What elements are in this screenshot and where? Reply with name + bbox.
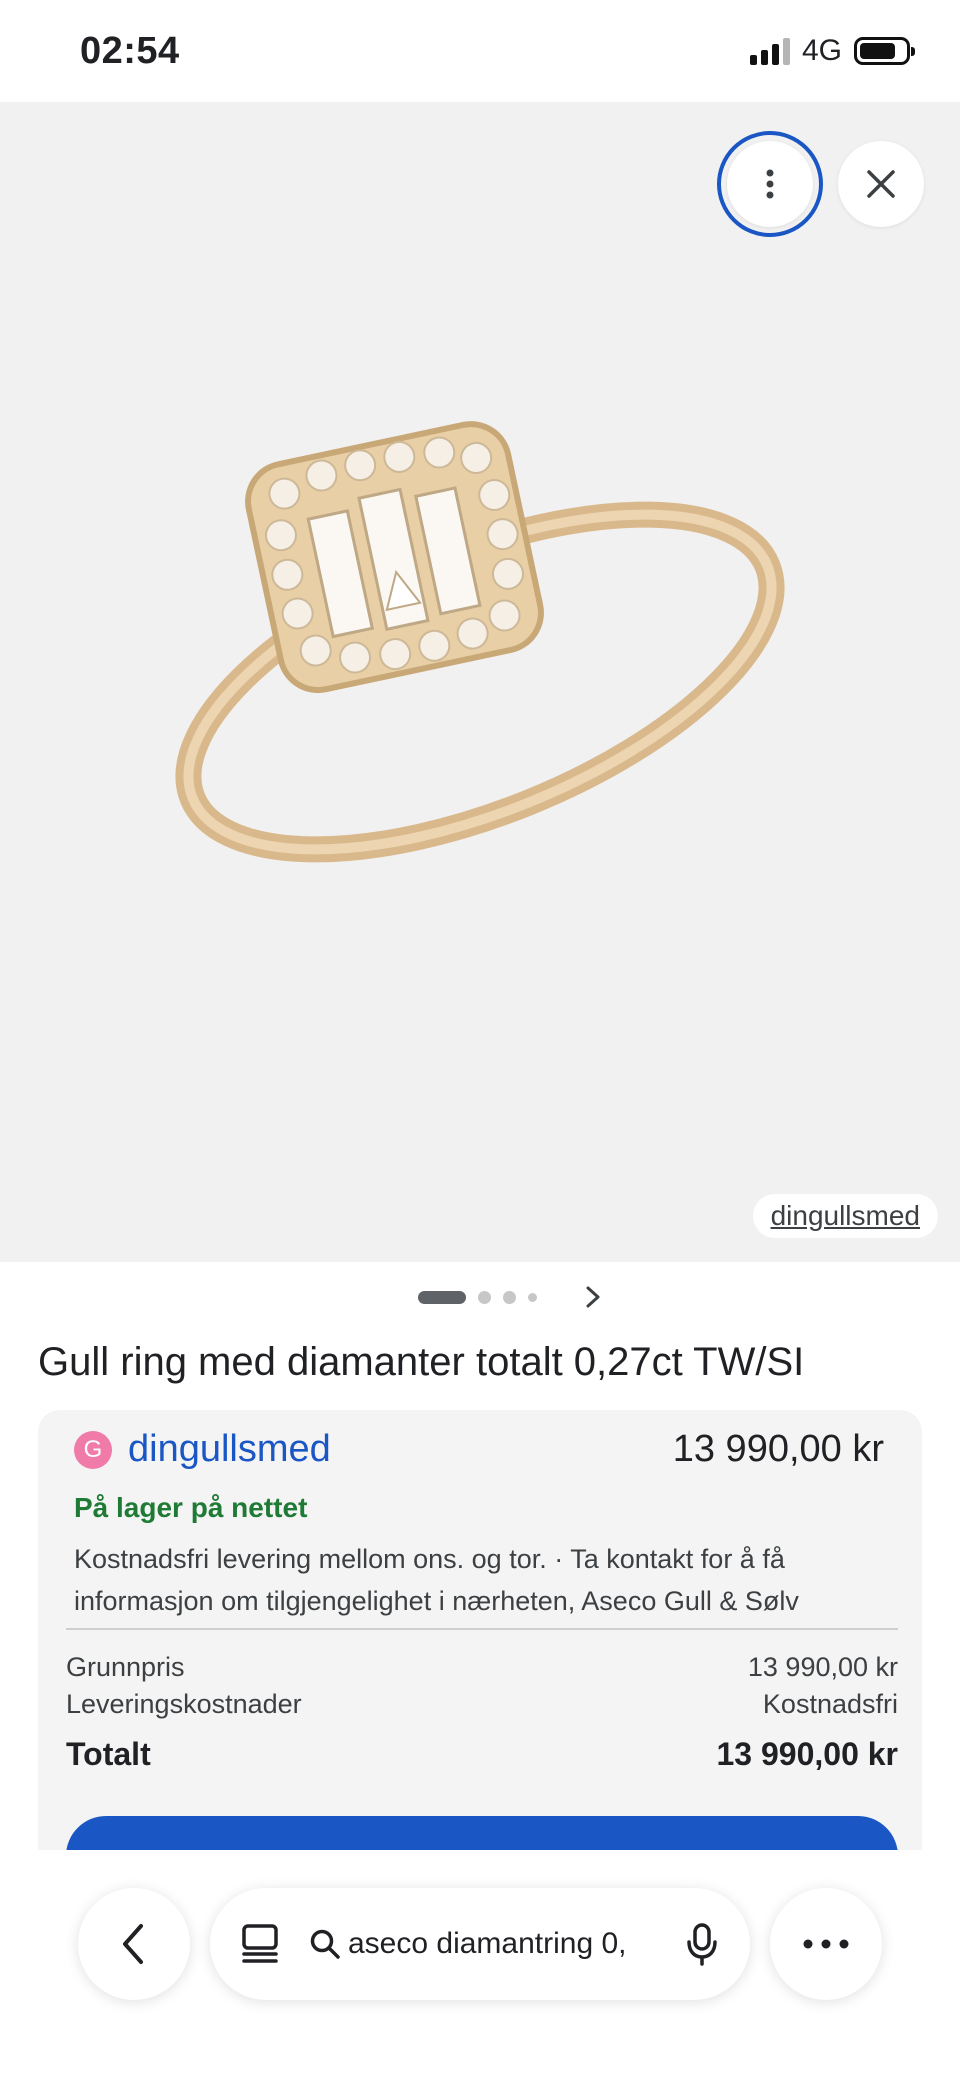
more-vertical-icon: [766, 169, 774, 199]
image-source-link[interactable]: dingullsmed: [752, 1194, 938, 1238]
more-options-button[interactable]: [717, 131, 823, 237]
search-icon: [308, 1927, 342, 1961]
delivery-description: Kostnadsfri levering mellom ons. og tor.…: [74, 1544, 799, 1616]
total-value: 13 990,00 kr: [716, 1736, 899, 1772]
close-button[interactable]: [838, 141, 924, 227]
chevron-left-icon: [123, 1924, 143, 1964]
status-indicators: 4G: [749, 34, 915, 68]
merchant-row[interactable]: G dingullsmed: [74, 1428, 331, 1471]
visit-store-button[interactable]: [66, 1816, 898, 1850]
merchant-logo: G: [74, 1430, 112, 1469]
product-image: [175, 421, 785, 863]
offer-price: 13 990,00 kr: [672, 1428, 884, 1470]
signal-icon: [749, 37, 790, 65]
chevron-right-icon[interactable]: [583, 1284, 603, 1310]
shipping-label: Leveringskostnader: [66, 1689, 302, 1719]
product-image-viewer[interactable]: dingullsmed: [0, 102, 960, 1262]
image-carousel-indicator[interactable]: [418, 1284, 603, 1310]
tabs-button[interactable]: [238, 1922, 282, 1966]
divider: [66, 1628, 898, 1630]
carousel-dot-active[interactable]: [418, 1290, 466, 1304]
stock-status: På lager på nettet: [74, 1492, 308, 1523]
more-horizontal-icon: [803, 1939, 849, 1949]
back-button[interactable]: [78, 1888, 190, 2000]
carousel-dot[interactable]: [528, 1292, 537, 1302]
address-bar[interactable]: aseco diamantring 0,: [210, 1888, 750, 2000]
battery-icon: [854, 37, 915, 65]
tabs-icon: [242, 1924, 278, 1963]
merchant-name-link[interactable]: dingullsmed: [128, 1428, 331, 1471]
offer-card[interactable]: G dingullsmed 13 990,00 kr På lager på n…: [38, 1410, 922, 1850]
mic-icon: [687, 1923, 717, 1966]
total-label: Totalt: [66, 1736, 151, 1772]
shipping-value: Kostnadsfri: [762, 1689, 898, 1719]
base-price-value: 13 990,00 kr: [747, 1652, 898, 1682]
base-price-row: Grunnpris 13 990,00 kr: [66, 1652, 898, 1683]
total-row: Totalt 13 990,00 kr: [66, 1736, 898, 1773]
status-bar: 02:54 4G: [0, 0, 960, 102]
search-query[interactable]: aseco diamantring 0,: [348, 1927, 638, 1961]
carousel-dot[interactable]: [478, 1290, 491, 1304]
network-type: 4G: [801, 34, 842, 67]
base-price-label: Grunnpris: [66, 1652, 185, 1682]
carousel-dot[interactable]: [503, 1290, 516, 1304]
more-menu-button[interactable]: [770, 1888, 882, 2000]
status-time: 02:54: [80, 30, 180, 72]
close-icon: [867, 170, 895, 198]
shipping-row: Leveringskostnader Kostnadsfri: [66, 1689, 898, 1720]
bottom-toolbar: aseco diamantring 0,: [0, 1850, 960, 2078]
voice-search-button[interactable]: [682, 1922, 722, 1966]
product-title: Gull ring med diamanter totalt 0,27ct TW…: [38, 1340, 805, 1384]
